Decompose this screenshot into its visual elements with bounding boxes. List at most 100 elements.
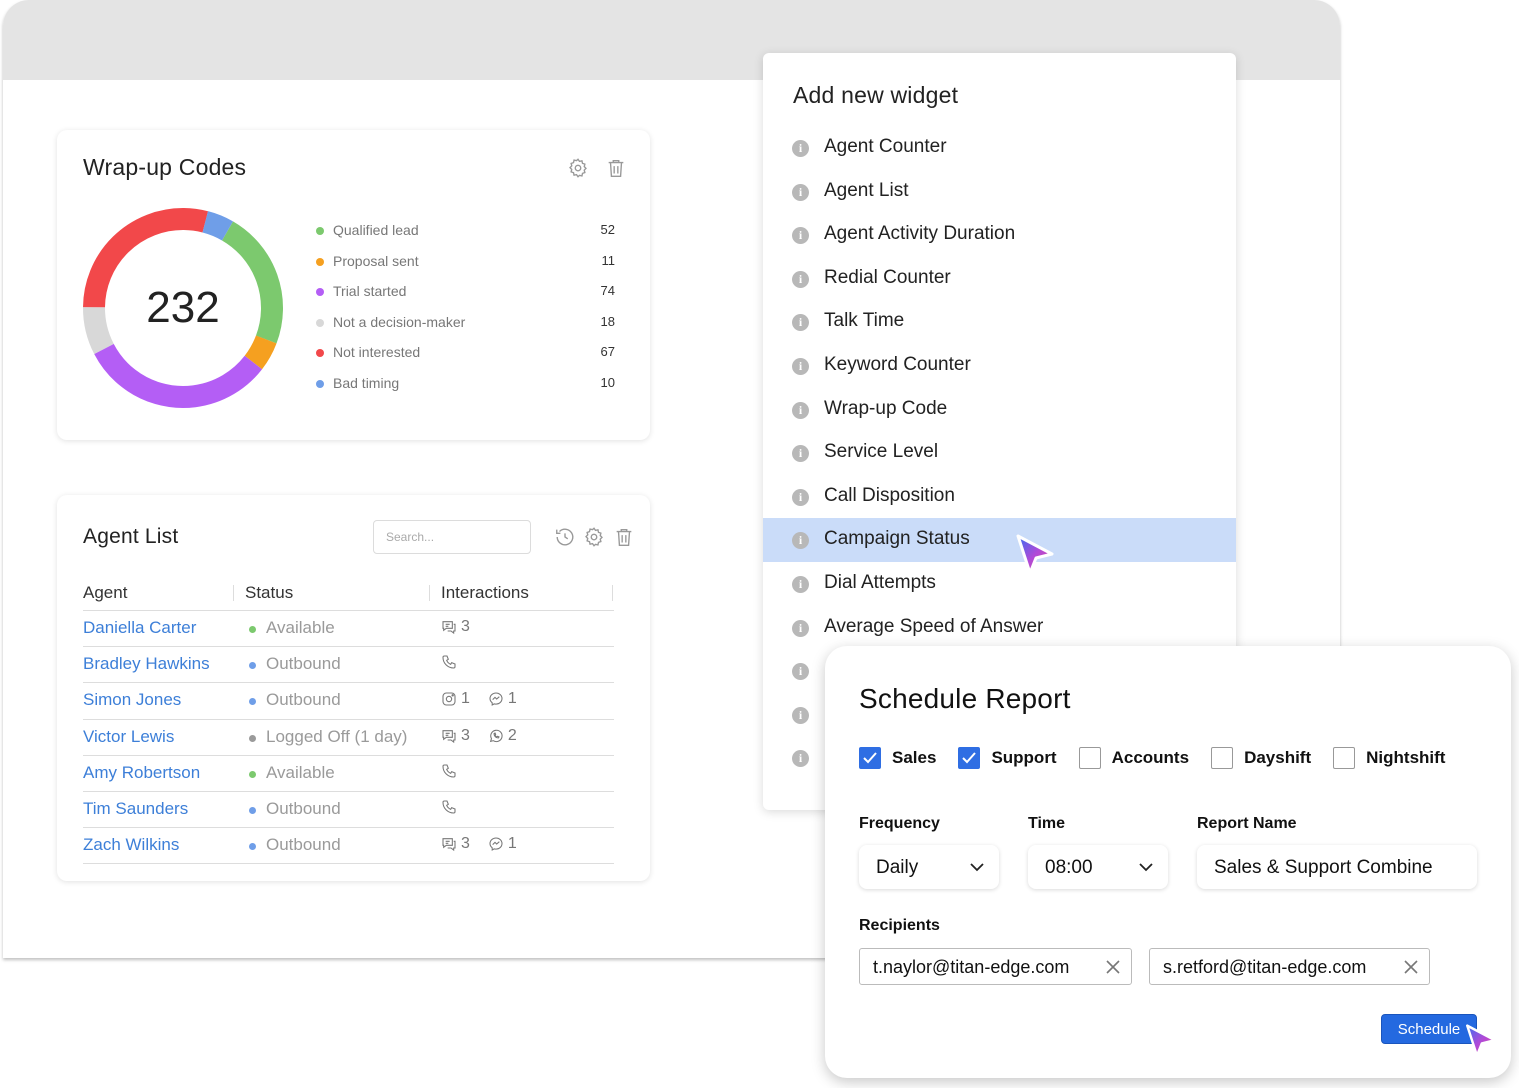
widget-option[interactable]: i Keyword Counter — [763, 344, 1236, 388]
legend-label: Trial started — [333, 283, 407, 300]
schedule-button[interactable]: Schedule — [1381, 1014, 1477, 1044]
recipient-email: s.retford@titan-edge.com — [1163, 957, 1367, 977]
checkbox-box[interactable] — [1211, 747, 1234, 769]
agent-name-link[interactable]: Bradley Hawkins — [83, 654, 210, 674]
legend-label: Proposal sent — [333, 252, 419, 269]
trash-icon[interactable] — [605, 157, 627, 179]
widget-option[interactable]: i Call Disposition — [763, 475, 1236, 519]
agent-status: Outbound — [266, 835, 341, 855]
agent-name-link[interactable]: Tim Saunders — [83, 799, 188, 819]
legend-item: Trial started 74 — [315, 281, 615, 312]
interaction-value: 1 — [461, 690, 470, 708]
checkbox-box[interactable] — [1078, 747, 1101, 769]
table-row: Simon Jones Outbound 1 1 — [83, 683, 614, 720]
info-icon: i — [792, 445, 809, 463]
widget-option-label: Call Disposition — [824, 484, 955, 506]
widget-option-label: Wrap-up Code — [824, 397, 948, 419]
checkbox-label: Sales — [892, 748, 937, 767]
widget-option[interactable]: i Service Level — [763, 431, 1236, 475]
legend-item: Bad timing 10 — [315, 373, 615, 404]
checkbox-label: Nightshift — [1366, 748, 1446, 767]
checkbox-label: Dayshift — [1244, 748, 1312, 767]
close-icon[interactable] — [1105, 959, 1121, 975]
table-row: Tim Saunders Outbound — [83, 792, 614, 829]
checkbox-nightshift[interactable]: Nightshift — [1333, 747, 1445, 769]
legend-item: Not interested 67 — [315, 342, 615, 373]
column-header-agent[interactable]: Agent — [83, 583, 127, 603]
checkbox-support[interactable]: Support — [958, 747, 1057, 769]
widget-option[interactable]: i Campaign Status — [763, 518, 1236, 562]
agent-interactions: 3 — [441, 618, 488, 636]
widget-option[interactable]: i Redial Counter — [763, 257, 1236, 301]
legend-dot — [316, 349, 324, 358]
frequency-select[interactable]: Daily — [859, 845, 999, 889]
legend-dot — [316, 379, 324, 388]
interaction-count: 1 — [441, 690, 470, 708]
interaction-count: 3 — [441, 727, 470, 745]
checkbox-box[interactable] — [1333, 747, 1356, 769]
checkbox-sales[interactable]: Sales — [859, 747, 936, 769]
widget-option-label: Dial Attempts — [824, 571, 936, 593]
checkbox-box[interactable] — [958, 747, 981, 769]
agent-name-link[interactable]: Amy Robertson — [83, 763, 200, 783]
team-checkboxes: Sales Support Accounts Dayshift Nightshift — [859, 746, 1467, 770]
recipients-label: Recipients — [859, 917, 940, 934]
settings-gear-icon[interactable] — [583, 526, 605, 548]
agent-status: Outbound — [266, 798, 341, 818]
checkbox-dayshift[interactable]: Dayshift — [1211, 747, 1311, 769]
time-select[interactable]: 08:00 — [1028, 845, 1168, 889]
widget-option[interactable]: i Dial Attempts — [763, 562, 1236, 606]
interaction-count: 2 — [488, 727, 517, 745]
agent-name-link[interactable]: Victor Lewis — [83, 727, 174, 747]
add-widget-title: Add new widget — [793, 82, 959, 108]
schedule-report-dialog: Schedule Report Sales Support Accounts Days… — [825, 646, 1511, 1078]
legend-value: 11 — [601, 252, 616, 268]
checkbox-box[interactable] — [859, 747, 881, 769]
widget-option[interactable]: i Agent List — [763, 170, 1236, 214]
history-icon[interactable] — [554, 526, 576, 548]
interaction-count: 3 — [441, 835, 470, 853]
legend-value: 67 — [600, 344, 615, 360]
chevron-down-icon — [1139, 863, 1153, 872]
recipient-chip: s.retford@titan-edge.com — [1149, 948, 1430, 985]
widget-option[interactable]: i Agent Activity Duration — [763, 213, 1236, 257]
agent-interactions — [441, 654, 479, 670]
report-name-field[interactable]: Sales & Support Combine — [1197, 845, 1477, 889]
widget-option-label: Agent Activity Duration — [824, 223, 1016, 245]
report-name-value: Sales & Support Combine — [1214, 857, 1433, 878]
info-icon: i — [792, 706, 809, 724]
widget-option[interactable]: i Wrap-up Code — [763, 388, 1236, 432]
status-dot — [249, 626, 256, 633]
agent-name-link[interactable]: Daniella Carter — [83, 618, 196, 638]
time-label: Time — [1028, 815, 1066, 832]
info-icon: i — [792, 663, 809, 681]
wrapup-donut-chart: 232 — [81, 206, 285, 410]
search-input[interactable] — [373, 520, 531, 554]
phone-icon — [441, 654, 461, 670]
widget-option-label: Talk Time — [824, 310, 905, 332]
legend-dot — [316, 288, 324, 297]
checkbox-accounts[interactable]: Accounts — [1078, 747, 1189, 769]
widget-option-label: Average Speed of Answer — [824, 615, 1044, 637]
column-header-interactions[interactable]: Interactions — [441, 583, 529, 603]
interaction-value: 1 — [507, 835, 517, 853]
mouse-pointer-icon — [1466, 1024, 1496, 1057]
interaction-count: 1 — [488, 835, 517, 853]
trash-icon[interactable] — [613, 526, 635, 548]
agent-table: Agent Status Interactions Daniella Carte… — [83, 575, 614, 865]
frequency-value: Daily — [876, 857, 919, 878]
agent-name-link[interactable]: Zach Wilkins — [83, 835, 179, 855]
legend-item: Qualified lead 52 — [315, 220, 615, 251]
interaction-value: 2 — [507, 726, 517, 744]
close-icon[interactable] — [1403, 959, 1419, 975]
settings-gear-icon[interactable] — [567, 157, 589, 179]
widget-option[interactable]: i Average Speed of Answer — [763, 606, 1236, 650]
status-dot — [249, 770, 256, 778]
legend-item: Not a decision-maker 18 — [315, 312, 615, 343]
table-row: Amy Robertson Available — [83, 756, 614, 792]
agent-interactions: 31 — [441, 835, 535, 853]
widget-option[interactable]: i Agent Counter — [763, 126, 1236, 170]
widget-option[interactable]: i Talk Time — [763, 300, 1236, 344]
agent-name-link[interactable]: Simon Jones — [83, 690, 181, 710]
column-header-status[interactable]: Status — [245, 583, 293, 603]
